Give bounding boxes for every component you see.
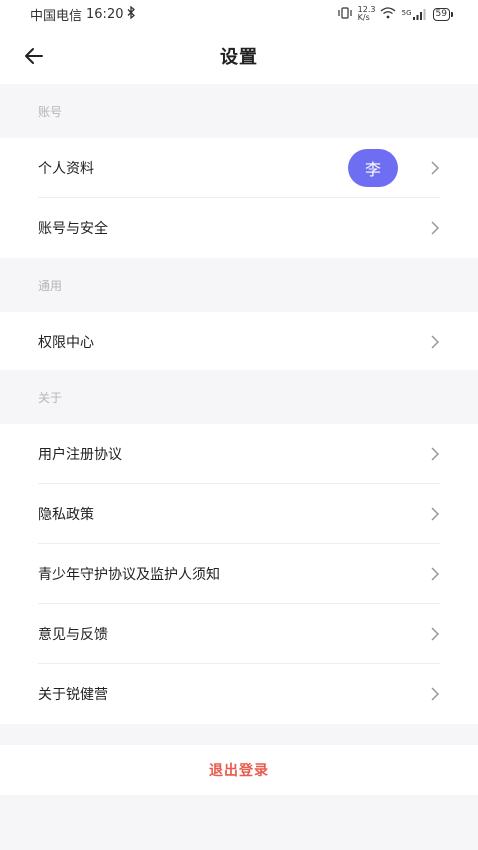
settings-item-label: 关于锐健营 <box>38 687 108 703</box>
section-label: 通用 <box>38 278 63 293</box>
section-header-account: 账号 <box>0 84 478 138</box>
section-label: 账号 <box>38 104 63 119</box>
chevron-right-icon <box>431 335 440 349</box>
header: 设置 <box>0 28 478 84</box>
settings-item-about-app[interactable]: 关于锐健营 <box>0 664 478 724</box>
settings-item-label: 隐私政策 <box>38 507 94 523</box>
settings-item-label: 权限中心 <box>38 335 94 351</box>
back-arrow-icon[interactable] <box>20 42 48 70</box>
carrier-label: 中国电信 <box>30 8 83 24</box>
status-time: 16:20 <box>86 6 124 22</box>
settings-item-label: 青少年守护协议及监护人须知 <box>38 567 220 583</box>
section-label: 关于 <box>38 390 63 405</box>
signal-icon: 5G <box>401 8 427 20</box>
settings-item-label: 账号与安全 <box>38 221 108 237</box>
battery-indicator: 59 <box>432 7 454 21</box>
settings-item-label: 用户注册协议 <box>38 447 122 463</box>
settings-item-user-agreement[interactable]: 用户注册协议 <box>0 424 478 484</box>
chevron-right-icon <box>431 221 440 235</box>
settings-item-label: 个人资料 <box>38 161 94 177</box>
settings-item-permissions[interactable]: 权限中心 <box>0 312 478 372</box>
wifi-icon <box>380 6 396 22</box>
settings-item-privacy-policy[interactable]: 隐私政策 <box>0 484 478 544</box>
status-bar: 中国电信 16:20 12.3 K/s 5G 59 <box>0 0 478 28</box>
chevron-right-icon <box>431 687 440 701</box>
settings-item-label: 意见与反馈 <box>38 627 108 643</box>
logout-button[interactable]: 退出登录 <box>0 745 478 795</box>
settings-item-account-security[interactable]: 账号与安全 <box>0 198 478 258</box>
chevron-right-icon <box>431 507 440 521</box>
chevron-right-icon <box>431 627 440 641</box>
signal-label: 5G <box>401 8 412 17</box>
bluetooth-icon <box>127 5 136 23</box>
status-left: 中国电信 16:20 <box>30 5 136 24</box>
settings-item-profile[interactable]: 个人资料 李 <box>0 138 478 198</box>
chevron-right-icon <box>431 161 440 175</box>
settings-item-youth-protection[interactable]: 青少年守护协议及监护人须知 <box>0 544 478 604</box>
chevron-right-icon <box>431 447 440 461</box>
network-speed: 12.3 K/s <box>357 5 376 22</box>
avatar: 李 <box>348 149 398 187</box>
section-header-about: 关于 <box>0 370 478 424</box>
section-header-general: 通用 <box>0 258 478 312</box>
vibrate-icon <box>338 6 352 22</box>
page-title: 设置 <box>220 47 258 68</box>
chevron-right-icon <box>431 567 440 581</box>
status-right: 12.3 K/s 5G 59 <box>338 5 454 22</box>
settings-item-feedback[interactable]: 意见与反馈 <box>0 604 478 664</box>
